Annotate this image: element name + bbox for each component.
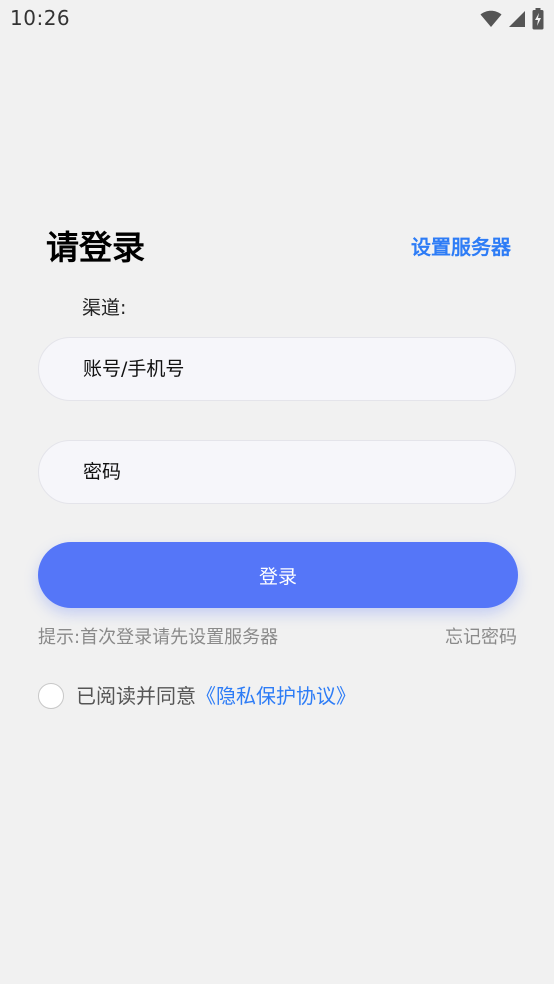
channel-label: 渠道: <box>82 297 127 319</box>
battery-charging-icon <box>532 8 544 30</box>
account-field-container <box>38 337 516 401</box>
password-field-container <box>38 440 516 504</box>
status-bar: 10:26 <box>0 0 554 38</box>
account-input[interactable] <box>39 338 515 400</box>
password-input[interactable] <box>39 441 515 503</box>
agreement-row: 已阅读并同意 《隐私保护协议》 <box>38 682 356 710</box>
set-server-link[interactable]: 设置服务器 <box>411 233 511 261</box>
privacy-agreement-link[interactable]: 《隐私保护协议》 <box>196 682 356 710</box>
agreement-prefix: 已阅读并同意 <box>76 684 196 708</box>
hint-text: 提示:首次登录请先设置服务器 <box>38 627 279 648</box>
status-icons <box>480 8 544 30</box>
agreement-checkbox[interactable] <box>38 683 64 709</box>
forgot-password-link[interactable]: 忘记密码 <box>445 625 517 651</box>
login-button[interactable]: 登录 <box>38 542 518 608</box>
page-title: 请登录 <box>46 228 145 267</box>
status-time: 10:26 <box>10 6 71 30</box>
wifi-icon <box>480 10 502 28</box>
cellular-signal-icon <box>508 10 526 28</box>
